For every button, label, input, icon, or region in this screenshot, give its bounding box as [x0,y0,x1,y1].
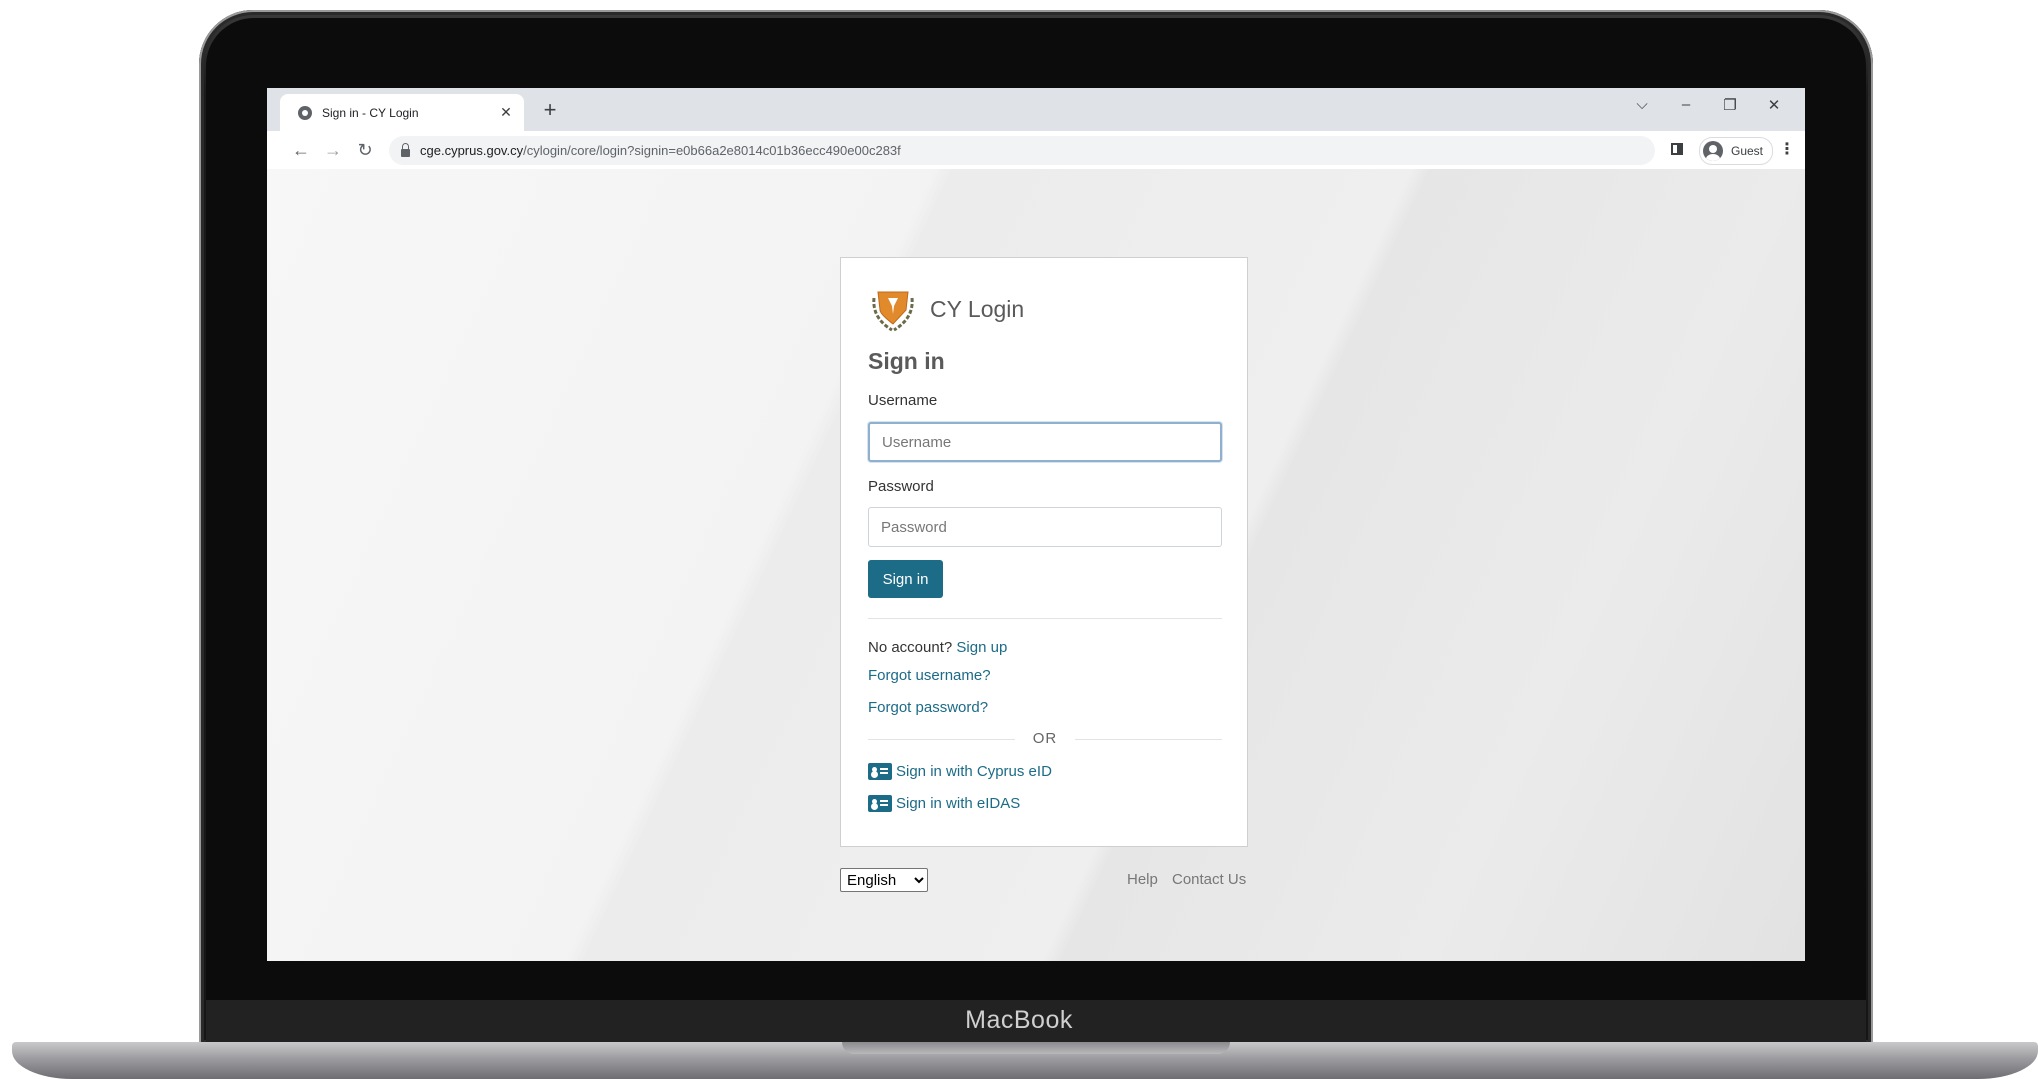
minimize-button[interactable]: – [1671,96,1701,113]
url-path: /cylogin/core/login?signin=e0b66a2e8014c… [523,143,901,158]
brand-header: CY Login [868,284,1024,334]
cyprus-eid-label: Sign in with Cyprus eID [896,763,1052,780]
page-title: Sign in [868,348,945,374]
url-host: cge.cyprus.gov.cy [420,143,524,158]
language-select[interactable]: English [840,868,928,892]
or-line-right [1075,739,1222,740]
forward-arrow-icon[interactable]: → [321,138,345,162]
profile-label: Guest [1731,144,1764,158]
close-window-button[interactable]: ✕ [1759,96,1789,114]
sign-in-button[interactable]: Sign in [868,560,943,598]
lock-icon [401,142,410,157]
or-separator: OR [868,730,1222,750]
page-viewport: CY Login Sign in Username Password Sign … [267,169,1805,961]
reload-icon[interactable]: ↻ [353,138,377,162]
id-card-icon [868,795,892,812]
forgot-username-link[interactable]: Forgot username? [868,667,991,684]
eidas-label: Sign in with eIDAS [896,795,1021,812]
avatar-icon [1703,141,1723,161]
no-account-text: No account? [868,639,953,656]
password-label: Password [868,478,934,495]
globe-icon [298,105,312,120]
sign-up-row: No account? Sign up [868,639,1007,656]
tab-title: Sign in - CY Login [322,105,419,120]
username-label: Username [868,392,938,409]
laptop-brand-label: MacBook [965,1006,1073,1034]
address-bar[interactable]: cge.cyprus.gov.cy/cylogin/core/login?sig… [389,136,1655,165]
tab-sign-in[interactable]: Sign in - CY Login ✕ [280,94,524,131]
username-input[interactable] [868,422,1222,462]
contact-us-link[interactable]: Contact Us [1172,871,1246,888]
brand-title: CY Login [930,295,1025,322]
back-arrow-icon[interactable]: ← [289,138,313,162]
close-tab-icon[interactable]: ✕ [494,104,518,121]
password-input[interactable] [868,507,1222,547]
browser-window: Sign in - CY Login ✕ + ⌵ – ❐ ✕ ← → ↻ cge… [267,88,1805,961]
profile-button[interactable]: Guest [1699,137,1773,165]
sign-up-link[interactable]: Sign up [956,639,1007,656]
laptop-base-notch [842,1042,1230,1054]
url-text: cge.cyprus.gov.cy/cylogin/core/login?sig… [420,143,901,158]
login-card: CY Login Sign in Username Password Sign … [840,257,1248,847]
forgot-password-link[interactable]: Forgot password? [868,699,988,716]
tab-strip: Sign in - CY Login ✕ + ⌵ – ❐ ✕ [267,88,1805,131]
eidas-link[interactable]: Sign in with eIDAS [868,795,1020,812]
help-link[interactable]: Help [1127,871,1158,888]
cyprus-emblem-icon [872,291,914,332]
divider [868,618,1222,619]
new-tab-button[interactable]: + [537,98,563,124]
cyprus-eid-link[interactable]: Sign in with Cyprus eID [868,763,1052,780]
tab-search-icon[interactable]: ⌵ [1627,96,1657,113]
kebab-menu-icon[interactable]: ⋮ [1777,139,1797,161]
side-panel-icon[interactable] [1671,143,1683,155]
id-card-icon [868,763,892,780]
browser-toolbar: ← → ↻ cge.cyprus.gov.cy/cylogin/core/log… [267,131,1805,169]
restore-button[interactable]: ❐ [1715,96,1745,114]
